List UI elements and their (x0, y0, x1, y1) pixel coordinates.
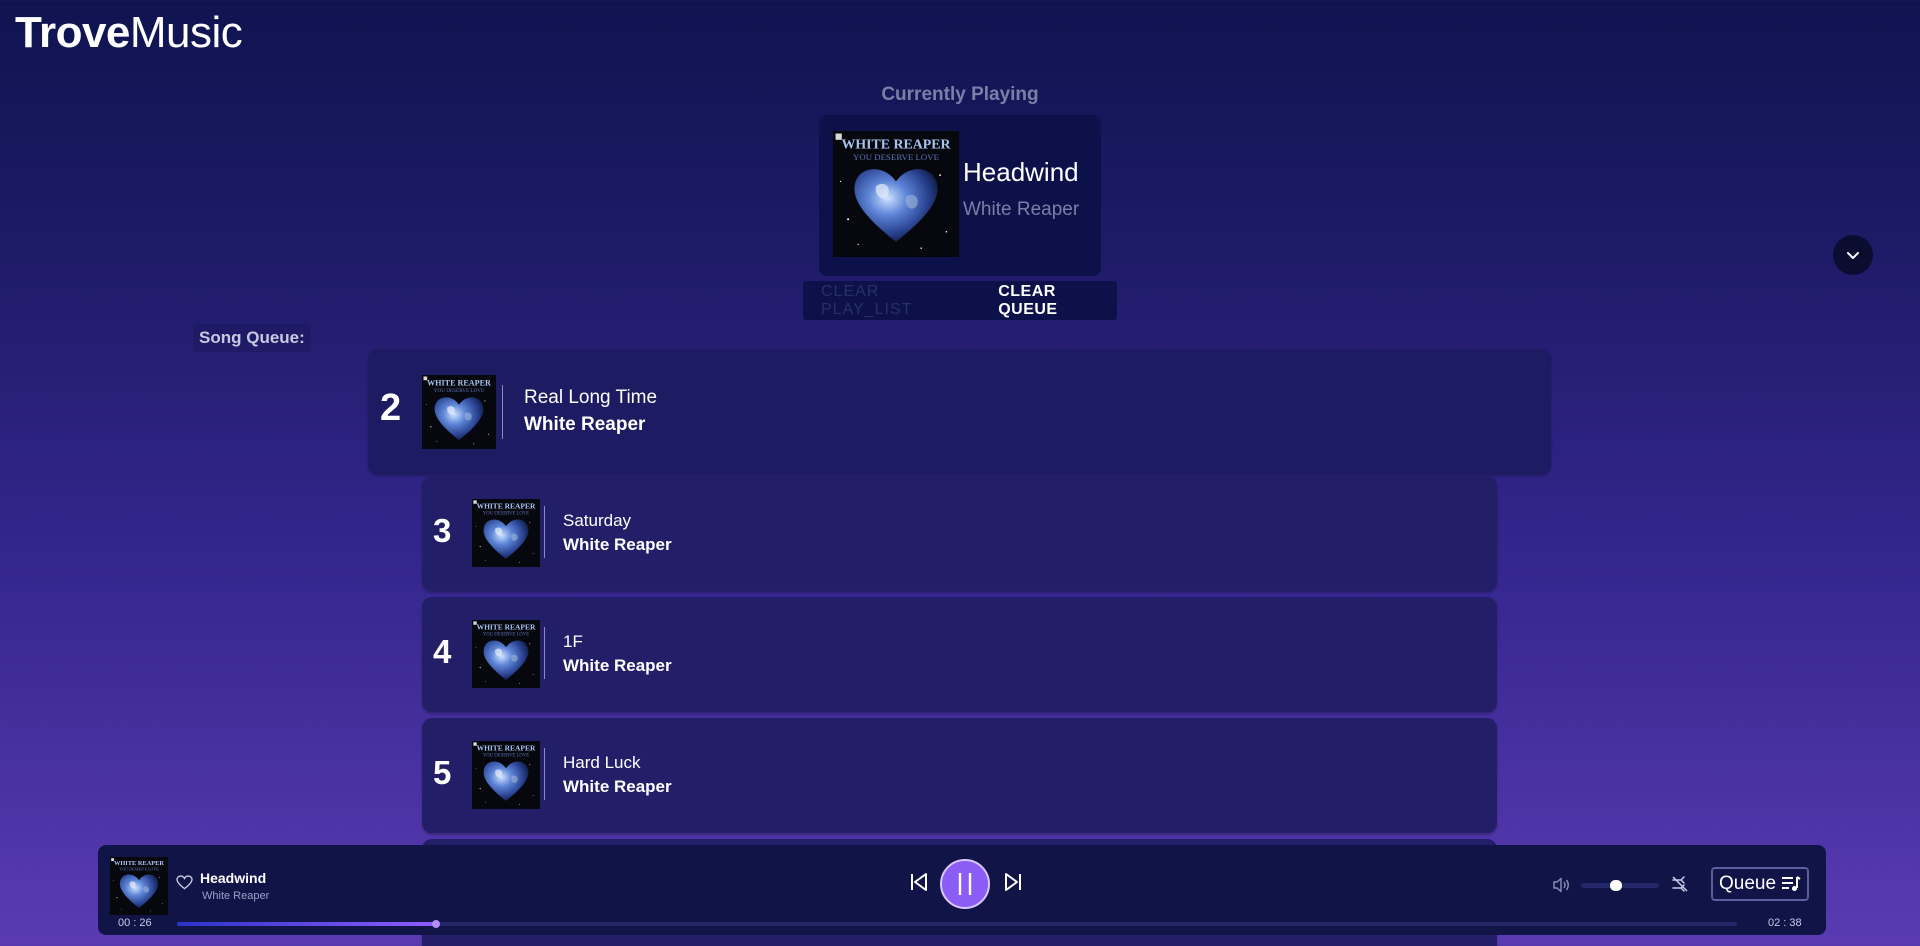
shuffle-off-icon[interactable] (1671, 875, 1689, 893)
queue-row[interactable]: 4 1F White Reaper (422, 597, 1497, 712)
next-icon[interactable] (1002, 871, 1024, 893)
queue-row-artist: White Reaper (563, 777, 672, 796)
now-playing-card: Headwind White Reaper (819, 115, 1101, 276)
progress-bar[interactable] (177, 920, 1737, 928)
queue-row-title: Saturday (563, 511, 632, 530)
volume-icon[interactable] (1553, 877, 1571, 893)
queue-row-artist: White Reaper (563, 656, 672, 675)
pause-icon (958, 873, 972, 895)
divider (502, 385, 503, 439)
volume-slider[interactable] (1581, 880, 1659, 891)
song-queue-label: Song Queue: (193, 324, 311, 352)
queue-row-album-art (472, 620, 540, 688)
currently-playing-label: Currently Playing (881, 84, 1039, 105)
queue-row[interactable]: 5 Hard Luck White Reaper (422, 718, 1497, 833)
player-album-art (110, 857, 168, 915)
pause-button[interactable] (940, 859, 990, 909)
player-bar: Headwind White Reaper 00 : 26 02 : 38 Qu… (98, 845, 1826, 935)
chevron-down-icon (1847, 252, 1859, 259)
clear-playlist-button[interactable]: CLEAR PLAY_LIST (821, 283, 972, 319)
heart-icon[interactable] (176, 875, 193, 890)
player-title: Headwind (200, 870, 267, 886)
queue-row-title: Hard Luck (563, 753, 641, 772)
queue-row[interactable]: 3 Saturday White Reaper (422, 476, 1497, 591)
queue-row-album-art (472, 499, 540, 567)
app-logo[interactable]: TroveMusic (15, 8, 243, 58)
player-artist: White Reaper (202, 890, 270, 902)
divider (544, 748, 545, 800)
queue-row-artist: White Reaper (524, 414, 646, 435)
queue-row-album-art (422, 375, 496, 449)
queue-row-artist: White Reaper (563, 535, 672, 554)
clear-queue-button[interactable]: CLEAR QUEUE (998, 283, 1117, 319)
queue-row-title: Real Long Time (524, 387, 658, 408)
now-playing-artist: White Reaper (963, 199, 1080, 220)
progress-fill (177, 922, 436, 926)
queue-row-title: 1F (563, 632, 583, 651)
current-time: 00 : 26 (118, 917, 152, 929)
volume-knob[interactable] (1610, 880, 1623, 891)
queue-row[interactable]: 2 Real Long Time White Reaper (368, 349, 1551, 474)
queue-row-album-art (472, 741, 540, 809)
queue-row-number: 5 (433, 754, 452, 791)
queue-row-number: 4 (433, 633, 452, 670)
queue-actions: CLEAR PLAY_LIST CLEAR QUEUE (803, 281, 1117, 320)
queue-button-label: Queue (1718, 873, 1777, 894)
queue-list-icon (1782, 876, 1801, 891)
queue-row-number: 3 (433, 512, 452, 549)
divider (544, 627, 545, 679)
collapse-button[interactable] (1833, 235, 1873, 275)
logo-bold: Trove (15, 8, 130, 57)
total-time: 02 : 38 (1768, 917, 1802, 929)
progress-knob[interactable] (431, 920, 440, 928)
queue-button[interactable]: Queue (1711, 867, 1809, 901)
queue-row-number: 2 (380, 387, 402, 429)
now-playing-album-art (833, 131, 959, 257)
now-playing-title: Headwind (963, 157, 1079, 187)
divider (544, 506, 545, 558)
logo-thin: Music (129, 8, 243, 57)
previous-icon[interactable] (908, 871, 930, 893)
